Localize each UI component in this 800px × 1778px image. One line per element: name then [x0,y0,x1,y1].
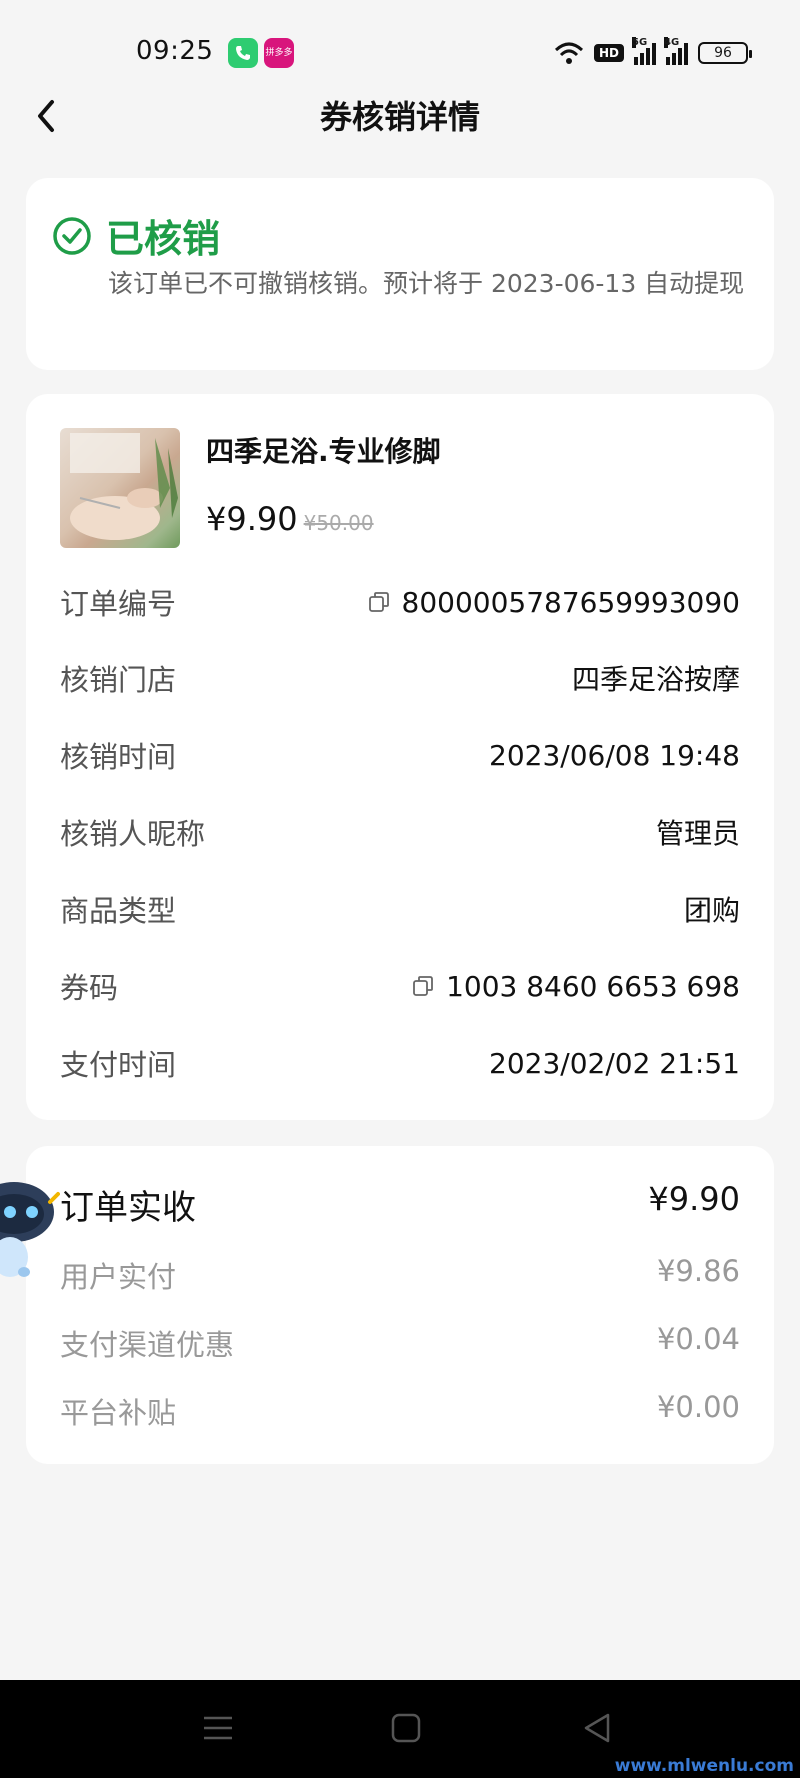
summary-title: 订单实收 [60,1188,196,1228]
phone-app-icon [228,38,258,68]
payment-summary-card: 订单实收 ¥9.90 用户实付 ¥9.86 支付渠道优惠 ¥0.04 平台补贴 … [26,1146,774,1464]
detail-label: 核销时间 [60,740,177,774]
signal-5g-icon: 5G [632,37,656,65]
check-circle-icon [53,216,91,255]
copy-icon[interactable] [368,591,390,613]
summary-row-channel-discount: 支付渠道优惠 ¥0.04 [60,1322,740,1364]
menu-icon [204,1716,232,1740]
product-name: 四季足浴.专业修脚 [206,435,441,468]
detail-row-coupon-code: 券码 1003 8460 6653 698 [60,966,740,1006]
summary-value: ¥0.00 [656,1390,740,1424]
wifi-icon [554,42,584,64]
recent-apps-button[interactable] [196,1706,240,1750]
detail-label: 券码 [60,971,119,1005]
copy-icon[interactable] [412,975,434,997]
shopping-app-icon: 拼多多 [264,38,294,68]
battery-icon: 96 [698,42,752,64]
detail-row-store: 核销门店 四季足浴按摩 [60,658,740,698]
summary-value: ¥0.04 [656,1322,740,1356]
hd-icon: HD [593,44,624,62]
status-indicators: HD 5G 4G 96 [554,37,752,68]
summary-value: ¥9.86 [656,1254,740,1288]
detail-label: 核销门店 [60,663,177,697]
summary-label: 支付渠道优惠 [60,1328,235,1362]
page-title: 券核销详情 [319,98,480,136]
summary-total: ¥9.90 [648,1180,740,1218]
status-time: 09:25 [136,36,214,66]
summary-label: 用户实付 [60,1260,177,1294]
product-price: ¥9.90 [206,500,298,538]
square-icon [391,1713,421,1743]
detail-label: 核销人昵称 [60,817,206,851]
summary-row-user-paid: 用户实付 ¥9.86 [60,1254,740,1296]
signal-4g-icon: 4G [664,37,688,65]
pay-time-value: 2023/02/02 21:51 [489,1046,740,1080]
price-row: ¥9.90 ¥50.00 [206,500,374,538]
home-button[interactable] [384,1706,428,1750]
original-price: ¥50.00 [303,511,374,535]
system-back-button[interactable] [576,1706,620,1750]
detail-row-product-type: 商品类型 团购 [60,889,740,929]
status-description: 该订单已不可撤销核销。预计将于 2023-06-13 自动提现 [108,269,745,298]
status-row: 已核销 [52,208,220,263]
order-details-card: 四季足浴.专业修脚 ¥9.90 ¥50.00 订单编号 800000578765… [26,394,774,1120]
page-header: 券核销详情 [0,80,800,150]
status-label: 已核销 [106,217,221,261]
verification-status-card: 已核销 该订单已不可撤销核销。预计将于 2023-06-13 自动提现 [26,178,774,370]
watermark-text: www.mlwenlu.com [614,1756,794,1776]
system-nav-bar: www.mlwenlu.com [0,1680,800,1778]
summary-label: 平台补贴 [60,1396,177,1430]
detail-row-verify-time: 核销时间 2023/06/08 19:48 [60,735,740,775]
detail-label: 支付时间 [60,1048,177,1082]
verify-time-value: 2023/06/08 19:48 [489,738,740,772]
assistant-robot-icon[interactable] [0,1172,60,1282]
product-type-value: 团购 [683,894,740,927]
store-value: 四季足浴按摩 [571,663,740,696]
detail-label: 订单编号 [60,587,177,621]
detail-row-order-number: 订单编号 800000578765999​3090 [60,582,740,622]
product-thumbnail [60,428,180,548]
coupon-code-value: 1003 8460 6653 698 [446,969,740,1003]
summary-row-platform-subsidy: 平台补贴 ¥0.00 [60,1390,740,1432]
verifier-value: 管理员 [655,817,740,850]
detail-row-pay-time: 支付时间 2023/02/02 21:51 [60,1043,740,1083]
detail-label: 商品类型 [60,894,177,928]
detail-row-verifier: 核销人昵称 管理员 [60,812,740,852]
triangle-back-icon [584,1713,610,1743]
order-number-value: 800000578765999​3090 [401,585,740,619]
